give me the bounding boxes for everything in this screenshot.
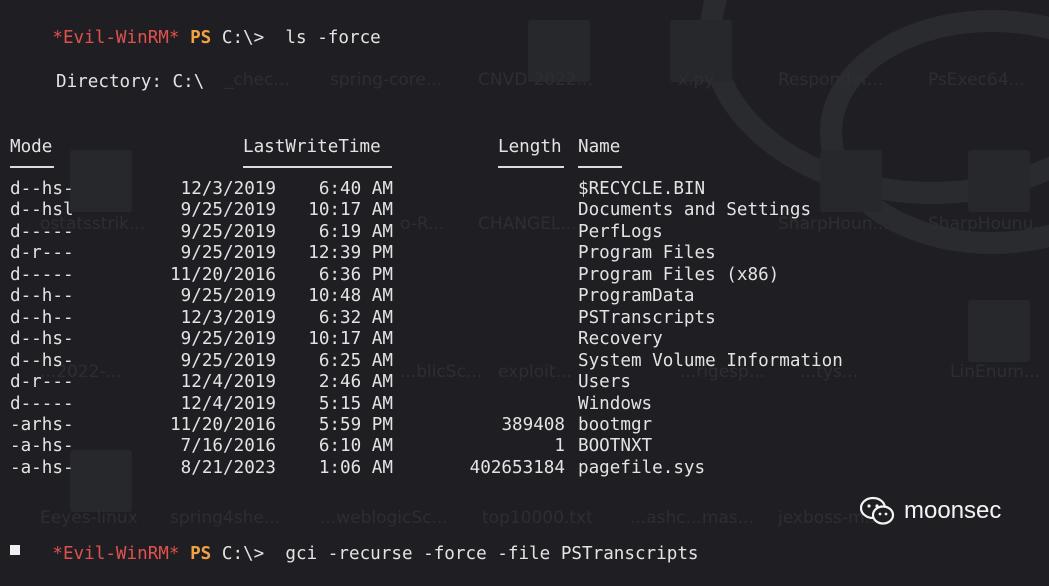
faded-file-icon	[820, 150, 882, 212]
row-date: 9/25/2019	[180, 222, 276, 242]
wechat-icon	[860, 496, 896, 526]
faded-desktop-label: LinEnum...	[950, 362, 1041, 382]
row-time: 10:48 AM	[308, 286, 393, 306]
header-underline	[578, 166, 622, 168]
row-mode: -arhs-	[10, 415, 74, 435]
prompt-path: C:\>	[221, 28, 265, 48]
row-name: Documents and Settings	[578, 200, 812, 220]
row-date: 12/3/2019	[180, 308, 276, 328]
row-date: 12/4/2019	[180, 372, 276, 392]
row-time: 6:36 PM	[318, 265, 393, 285]
row-name: $RECYCLE.BIN	[578, 179, 706, 199]
row-date: 12/4/2019	[180, 394, 276, 414]
faded-desktop-label: CNVD-2022...	[478, 70, 593, 90]
watermark: moonsec	[860, 496, 1001, 526]
faded-desktop-label: CHANGEL...	[478, 214, 577, 234]
row-mode: d-----	[10, 265, 74, 285]
prompt-path: C:\>	[221, 544, 265, 564]
row-date: 9/25/2019	[180, 200, 276, 220]
row-date: 11/20/2016	[170, 265, 276, 285]
directory-heading: Directory: C:\	[56, 72, 205, 92]
faded-desktop-label: o-R...	[400, 214, 445, 234]
terminal-cursor	[10, 545, 20, 555]
row-name: bootmgr	[578, 415, 653, 435]
row-name: PSTranscripts	[578, 308, 716, 328]
faded-desktop-label: SharpHounu...	[928, 214, 1049, 234]
row-mode: d-r---	[10, 243, 74, 263]
row-mode: -a-hs-	[10, 458, 74, 478]
row-name: pagefile.sys	[578, 458, 706, 478]
row-mode: d-----	[10, 394, 74, 414]
row-mode: -a-hs-	[10, 436, 74, 456]
header-mode: Mode	[10, 137, 53, 157]
row-time: 6:40 AM	[318, 179, 393, 199]
row-mode: d--hs-	[10, 329, 74, 349]
row-date: 9/25/2019	[180, 286, 276, 306]
faded-desktop-label: exploit...	[498, 362, 572, 382]
prompt-ps: PS	[190, 28, 212, 48]
row-name: Windows	[578, 394, 653, 414]
row-name: Program Files	[578, 243, 716, 263]
row-time: 1:06 AM	[318, 458, 393, 478]
faded-desktop-label: _chec...	[225, 70, 290, 90]
row-time: 10:17 AM	[308, 329, 393, 349]
row-mode: d--hs-	[10, 179, 74, 199]
command-prompt-line: *Evil-WinRM* PS C:\> ls -force	[10, 7, 381, 70]
faded-desktop-label: PsExec64...	[928, 70, 1025, 90]
prompt-host: *Evil-WinRM*	[52, 544, 180, 564]
faded-file-icon	[968, 300, 1030, 362]
row-mode: d-r---	[10, 372, 74, 392]
row-date: 7/16/2016	[180, 436, 276, 456]
watermark-text: moonsec	[904, 497, 1002, 524]
prompt-host: *Evil-WinRM*	[52, 28, 180, 48]
header-underline	[243, 166, 392, 168]
faded-file-icon	[70, 150, 132, 212]
row-mode: d--hs-	[10, 351, 74, 371]
header-length: Length	[498, 137, 562, 157]
row-date: 12/3/2019	[180, 179, 276, 199]
row-mode: d-----	[10, 222, 74, 242]
prompt-ps: PS	[190, 544, 212, 564]
prompt-command: gci -recurse -force -file PSTranscripts	[285, 544, 699, 564]
row-name: PerfLogs	[578, 222, 663, 242]
header-underline	[10, 166, 54, 168]
faded-desktop-label: spring-core...	[330, 70, 443, 90]
row-name: ProgramData	[578, 286, 695, 306]
row-time: 6:10 AM	[318, 436, 393, 456]
faded-file-icon	[70, 450, 132, 512]
row-mode: d--h--	[10, 308, 74, 328]
row-time: 2:46 AM	[318, 372, 393, 392]
row-time: 6:32 AM	[318, 308, 393, 328]
header-lastwritetime: LastWriteTime	[243, 137, 381, 157]
row-time: 6:25 AM	[318, 351, 393, 371]
prompt-command: ls -force	[285, 28, 381, 48]
row-length: 389408	[501, 415, 565, 435]
row-name: Program Files (x86)	[578, 265, 780, 285]
row-mode: d--hsl	[10, 200, 74, 220]
row-time: 10:17 AM	[308, 200, 393, 220]
row-length: 402653184	[469, 458, 565, 478]
faded-desktop-label: ...blicSc...	[400, 362, 483, 382]
row-time: 5:59 PM	[318, 415, 393, 435]
row-time: 5:15 AM	[318, 394, 393, 414]
row-date: 9/25/2019	[180, 243, 276, 263]
row-date: 9/25/2019	[180, 329, 276, 349]
row-name: System Volume Information	[578, 351, 843, 371]
header-name: Name	[578, 137, 621, 157]
faded-file-icon	[968, 150, 1030, 212]
row-name: BOOTNXT	[578, 436, 653, 456]
row-time: 12:39 PM	[308, 243, 393, 263]
row-time: 6:19 AM	[318, 222, 393, 242]
row-date: 9/25/2019	[180, 351, 276, 371]
faded-desktop-label: x.py	[678, 70, 715, 90]
row-name: Users	[578, 372, 631, 392]
row-mode: d--h--	[10, 286, 74, 306]
row-date: 11/20/2016	[170, 415, 276, 435]
header-underline	[498, 166, 564, 168]
faded-desktop-label: Responder...	[778, 70, 884, 90]
row-date: 8/21/2023	[180, 458, 276, 478]
row-name: Recovery	[578, 329, 663, 349]
row-length: 1	[554, 436, 565, 456]
